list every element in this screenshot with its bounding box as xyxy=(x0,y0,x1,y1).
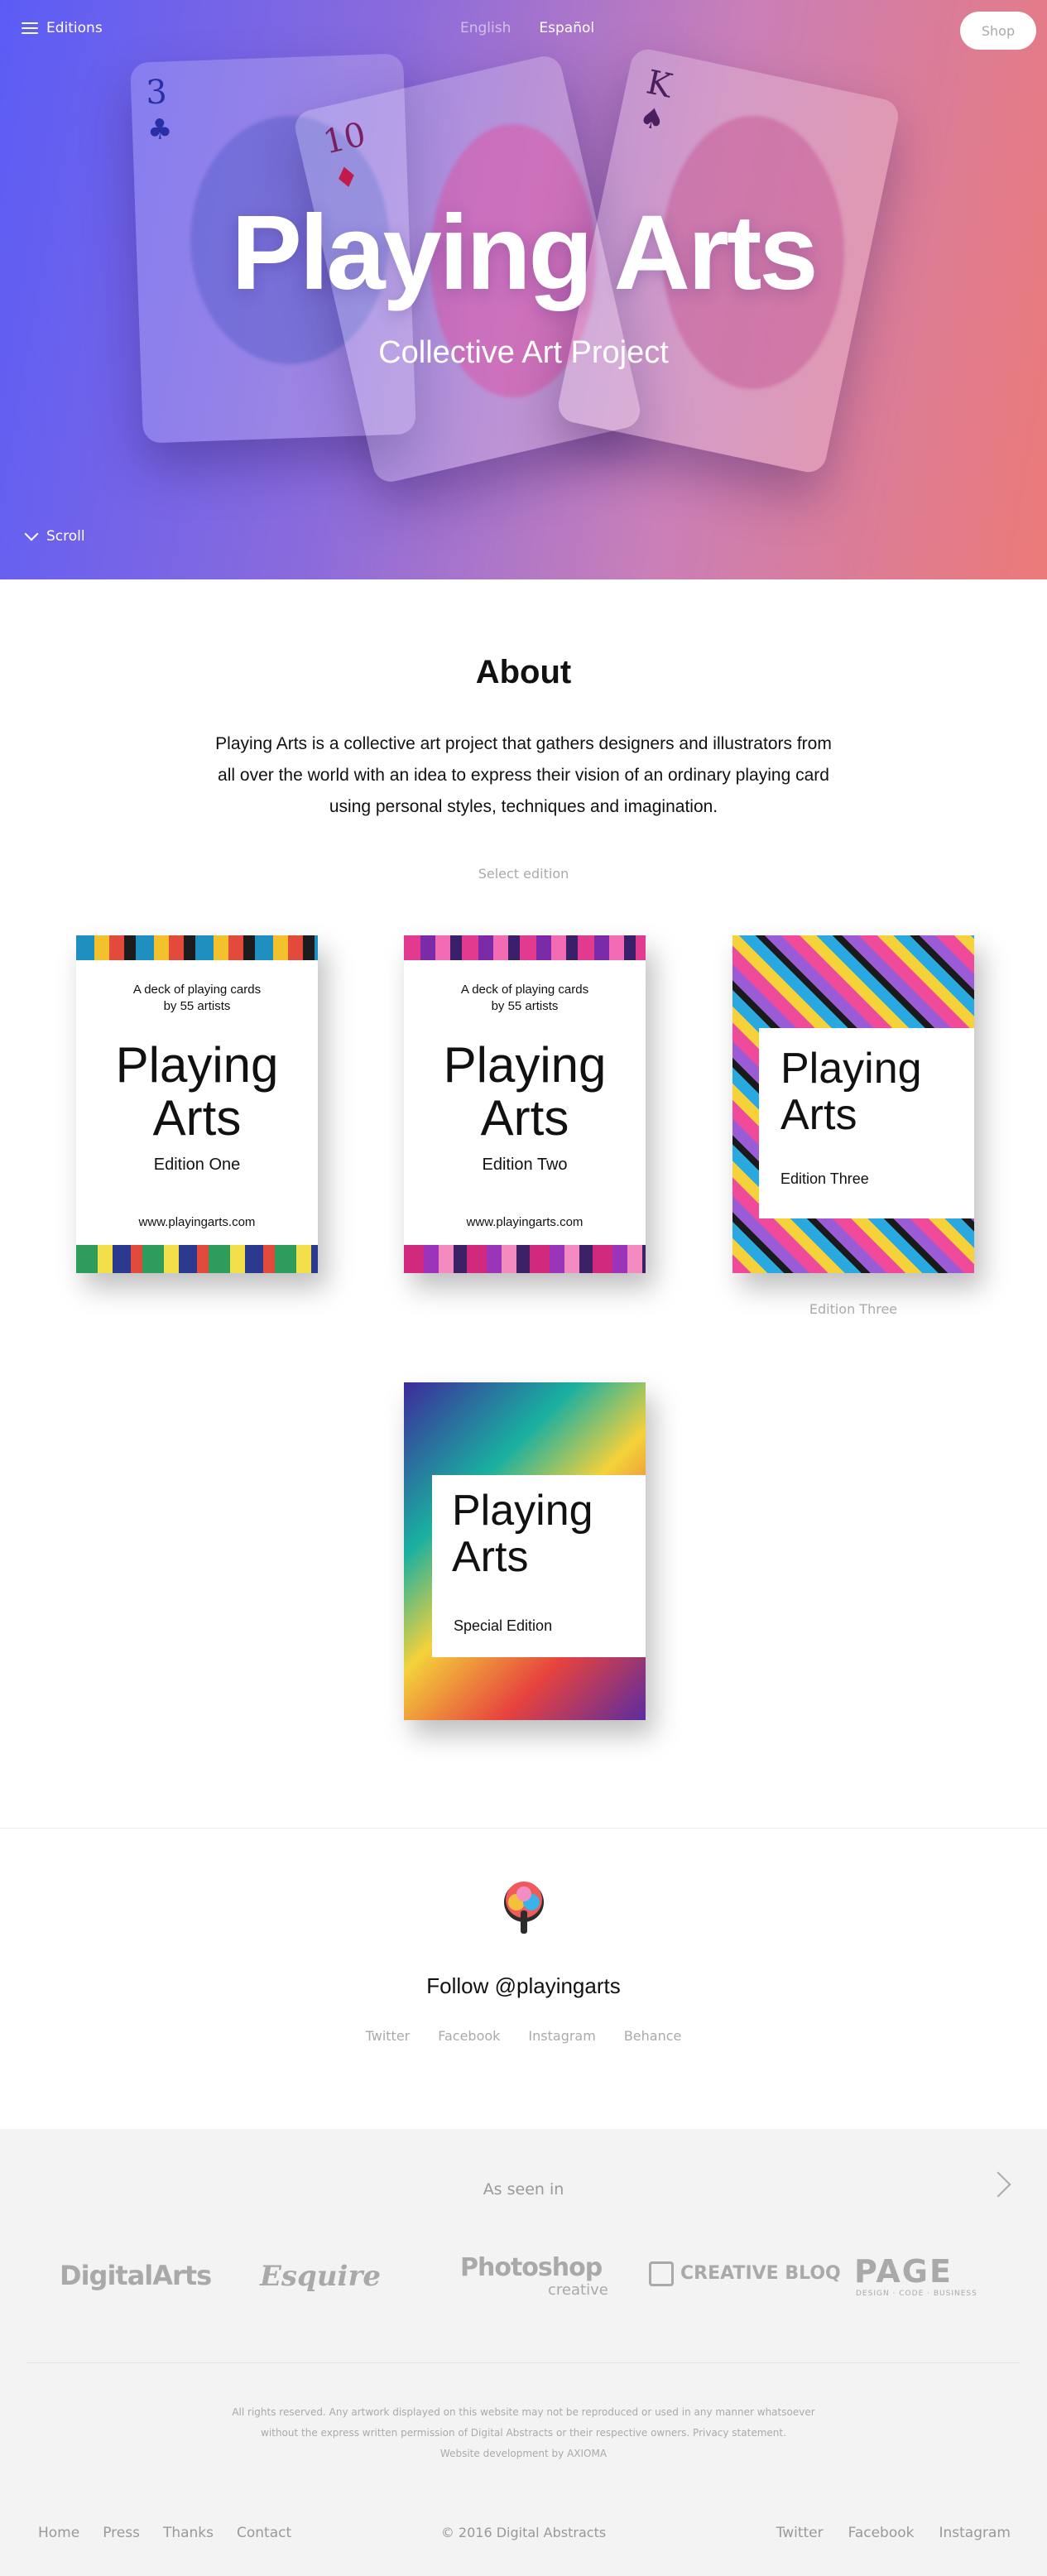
legal-line: All rights reserved. Any artwork display… xyxy=(232,2406,815,2418)
deck-title: Playing xyxy=(115,1037,279,1093)
playing-arts-logo-icon xyxy=(504,1882,544,1934)
footer: As seen in DigitalArts Esquire Photoshop… xyxy=(0,2129,1047,2576)
twitter-link[interactable]: Twitter xyxy=(366,2028,411,2044)
edition-three-deck[interactable]: Playing Arts Edition Three xyxy=(732,935,974,1273)
follow-title: Follow @playingarts xyxy=(426,1973,621,1998)
footer-facebook-link[interactable]: Facebook xyxy=(848,2525,915,2541)
deck-edition: Edition Three xyxy=(780,1170,869,1187)
language-switcher: English Español xyxy=(460,20,594,36)
deck-title: Playing xyxy=(452,1487,593,1535)
language-spanish-link[interactable]: Español xyxy=(539,20,594,36)
hero-title: Playing Arts xyxy=(231,194,818,312)
esquire-logo: Esquire xyxy=(260,2260,382,2293)
page: 3 ♣ 10 ♦ K ♠ Editions English Español Sh… xyxy=(0,0,1047,2576)
behance-link[interactable]: Behance xyxy=(624,2028,682,2044)
edition-two-deck[interactable]: A deck of playing cards by 55 artists Pl… xyxy=(404,935,646,1273)
developer-credit-link[interactable]: Website development by AXIOMA xyxy=(0,2444,1047,2464)
card-rank: 3 xyxy=(145,73,168,113)
creative-bloq-logo: CREATIVE BLOQ xyxy=(680,2263,841,2284)
spades-icon: ♠ xyxy=(636,100,668,138)
editions-menu-button[interactable]: Editions xyxy=(22,20,103,36)
clubs-icon: ♣ xyxy=(146,113,174,147)
footer-twitter-link[interactable]: Twitter xyxy=(776,2525,824,2541)
deck-title: Arts xyxy=(480,1090,569,1146)
deck-edition: Edition One xyxy=(153,1156,241,1174)
about-text: Playing Arts is a collective art project… xyxy=(215,734,832,816)
deck-edition: Special Edition xyxy=(454,1617,553,1634)
shop-button[interactable]: Shop xyxy=(960,12,1036,50)
deck-url: www.playingarts.com xyxy=(138,1215,256,1229)
hero: 3 ♣ 10 ♦ K ♠ Editions English Español Sh… xyxy=(0,0,1047,579)
page-logo-tagline: DESIGN · CODE · BUSINESS xyxy=(856,2290,977,2298)
footer-divider xyxy=(26,2362,1020,2363)
chevron-down-icon xyxy=(24,526,39,541)
hero-subtitle: Collective Art Project xyxy=(378,335,669,370)
deck-title: Arts xyxy=(780,1091,857,1139)
deck-tagline: by 55 artists xyxy=(491,999,559,1013)
footer-social-links: Twitter Facebook Instagram xyxy=(776,2525,1011,2541)
deck-title: Arts xyxy=(152,1090,242,1146)
deck-url: www.playingarts.com xyxy=(466,1215,584,1229)
card-rank: K xyxy=(643,63,675,106)
page-logo: PAGE xyxy=(854,2253,953,2290)
edition-one-deck[interactable]: A deck of playing cards by 55 artists Pl… xyxy=(76,935,318,1273)
language-english-link[interactable]: English xyxy=(460,20,511,36)
digitalarts-logo: DigitalArts xyxy=(60,2260,212,2291)
deck-edition: Edition Two xyxy=(482,1156,568,1174)
top-bar: Editions English Español Shop xyxy=(0,0,1047,60)
creative-bloq-icon xyxy=(649,2261,674,2286)
legal-notice: All rights reserved. Any artwork display… xyxy=(0,2402,1047,2464)
press-logos: DigitalArts Esquire Photoshop creative C… xyxy=(0,2253,1047,2303)
deck-tagline: A deck of playing cards xyxy=(460,983,589,997)
deck-title: Arts xyxy=(452,1533,529,1581)
photoshop-creative-logo: creative xyxy=(548,2281,608,2299)
scroll-label: Scroll xyxy=(46,528,85,545)
deck-tagline: by 55 artists xyxy=(163,999,231,1013)
as-seen-in-title: As seen in xyxy=(483,2180,564,2199)
scroll-button[interactable]: Scroll xyxy=(24,526,85,545)
photoshop-logo: Photoshop xyxy=(460,2253,603,2282)
social-links: Twitter Facebook Instagram Behance xyxy=(0,2028,1047,2044)
card-rank: 10 xyxy=(319,115,370,162)
deck-tagline: A deck of playing cards xyxy=(132,983,262,997)
facebook-link[interactable]: Facebook xyxy=(438,2028,500,2044)
select-edition-label: Select edition xyxy=(478,866,569,882)
footer-instagram-link[interactable]: Instagram xyxy=(939,2525,1011,2541)
hamburger-icon xyxy=(22,22,38,34)
instagram-link[interactable]: Instagram xyxy=(528,2028,595,2044)
about-title: About xyxy=(475,654,572,690)
deck-title: Playing xyxy=(443,1037,607,1093)
edition-three-caption: Edition Three xyxy=(809,1301,898,1317)
special-edition-deck[interactable]: Playing Arts Special Edition xyxy=(404,1382,646,1720)
deck-title: Playing xyxy=(780,1045,922,1093)
legal-line: without the express written permission o… xyxy=(261,2427,786,2439)
menu-label: Editions xyxy=(46,20,103,36)
section-divider xyxy=(0,1828,1047,1829)
